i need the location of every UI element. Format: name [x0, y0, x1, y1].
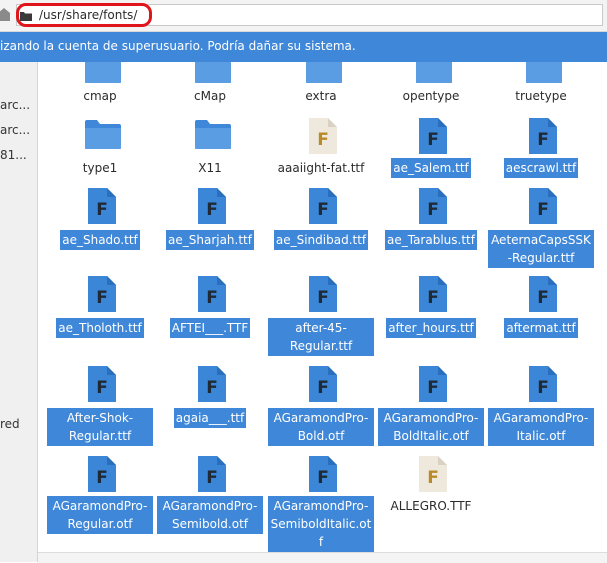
file-name: ae_Tholoth.ttf — [56, 318, 144, 338]
status-strip — [38, 552, 607, 563]
font-file-icon: F — [526, 188, 558, 224]
file-item[interactable]: F AGaramondPro-Semibold.otf — [157, 62, 263, 534]
file-name: type1 — [82, 161, 118, 175]
font-file-icon: F — [85, 276, 117, 312]
sidebar-item[interactable]: arc... — [0, 123, 30, 137]
svg-text:F: F — [96, 378, 108, 398]
font-file-icon: F — [306, 456, 338, 492]
file-name: agaia___.ttf — [173, 408, 247, 428]
svg-text:F: F — [206, 200, 218, 220]
font-file-icon: F — [306, 366, 338, 402]
font-file-icon: F — [526, 366, 558, 402]
svg-text:F: F — [317, 378, 329, 398]
home-icon[interactable] — [0, 6, 10, 22]
file-name: after-45-Regular.ttf — [268, 318, 374, 356]
font-file-icon: F — [306, 188, 338, 224]
file-name: AGaramondPro-BoldItalic.otf — [378, 408, 484, 446]
file-name: aaaiight-fat.ttf — [277, 161, 365, 175]
path-input[interactable]: /usr/share/fonts/ — [16, 4, 603, 26]
svg-text:F: F — [206, 288, 218, 308]
file-name: AeternaCapsSSK-Regular.ttf — [488, 230, 594, 268]
file-name: ae_Sharjah.ttf — [166, 230, 254, 250]
file-name: ae_Sindibad.ttf — [273, 230, 369, 250]
svg-text:F: F — [317, 200, 329, 220]
file-name: after_hours.ttf — [386, 318, 476, 338]
svg-text:F: F — [206, 468, 218, 488]
svg-text:F: F — [96, 200, 108, 220]
file-name: ae_Salem.ttf — [391, 158, 471, 178]
font-file-icon: F — [416, 188, 448, 224]
file-name: AFTEI___.TTF — [169, 318, 251, 338]
font-file-icon: F — [85, 456, 117, 492]
superuser-warning-banner: izando la cuenta de superusuario. Podría… — [0, 32, 607, 62]
file-name: AGaramondPro-Regular.otf — [47, 496, 153, 534]
file-name: AGaramondPro-Semibold.otf — [157, 496, 263, 534]
svg-text:F: F — [427, 200, 439, 220]
file-name: aftermat.ttf — [504, 318, 578, 338]
font-file-icon: F — [195, 456, 227, 492]
file-item[interactable]: F AGaramondPro-Regular.otf — [47, 62, 153, 534]
svg-text:F: F — [317, 288, 329, 308]
file-name: AGaramondPro-SemiboldItalic.otf — [268, 496, 374, 552]
font-file-icon: F — [306, 276, 338, 312]
svg-text:F: F — [427, 468, 439, 488]
svg-text:F: F — [427, 378, 439, 398]
file-name: ALLEGRO.TTF — [390, 499, 472, 513]
sidebar-item[interactable]: red — [0, 417, 20, 431]
svg-text:F: F — [537, 200, 549, 220]
font-file-icon: F — [195, 188, 227, 224]
file-item[interactable]: F AGaramondPro-SemiboldItalic.otf — [268, 62, 374, 552]
svg-text:F: F — [537, 378, 549, 398]
svg-text:F: F — [96, 288, 108, 308]
font-file-icon: F — [85, 188, 117, 224]
font-file-icon: F — [416, 456, 448, 492]
path-text: /usr/share/fonts/ — [39, 8, 138, 22]
svg-text:F: F — [427, 288, 439, 308]
file-name: ae_Shado.ttf — [60, 230, 140, 250]
file-name: After-Shok-Regular.ttf — [47, 408, 153, 446]
font-file-icon: F — [195, 276, 227, 312]
svg-text:F: F — [317, 468, 329, 488]
font-file-icon: F — [416, 366, 448, 402]
font-file-icon: F — [195, 366, 227, 402]
file-item[interactable]: F AGaramondPro-Italic.otf — [488, 62, 594, 446]
font-file-icon: F — [85, 366, 117, 402]
file-grid: cmap cMap extra opentype truetype type1 X11 Faa… — [38, 62, 607, 562]
font-file-icon: F — [526, 276, 558, 312]
sidebar-item[interactable]: arc... — [0, 98, 30, 112]
svg-text:F: F — [537, 288, 549, 308]
svg-text:F: F — [206, 378, 218, 398]
file-name: ae_Tarablus.ttf — [385, 230, 477, 250]
sidebar-item[interactable]: 81... — [0, 148, 27, 162]
svg-text:F: F — [96, 468, 108, 488]
sidebar: arc... arc... 81... red — [0, 62, 38, 562]
file-item[interactable]: F ALLEGRO.TTF — [378, 62, 484, 513]
font-file-icon: F — [416, 276, 448, 312]
file-name: X11 — [198, 161, 222, 175]
folder-icon — [20, 10, 32, 21]
file-name: AGaramondPro-Italic.otf — [488, 408, 594, 446]
location-bar: /usr/share/fonts/ — [0, 0, 607, 32]
file-name: aescrawl.ttf — [503, 158, 579, 178]
file-name: AGaramondPro-Bold.otf — [268, 408, 374, 446]
warning-text: izando la cuenta de superusuario. Podría… — [0, 39, 356, 53]
